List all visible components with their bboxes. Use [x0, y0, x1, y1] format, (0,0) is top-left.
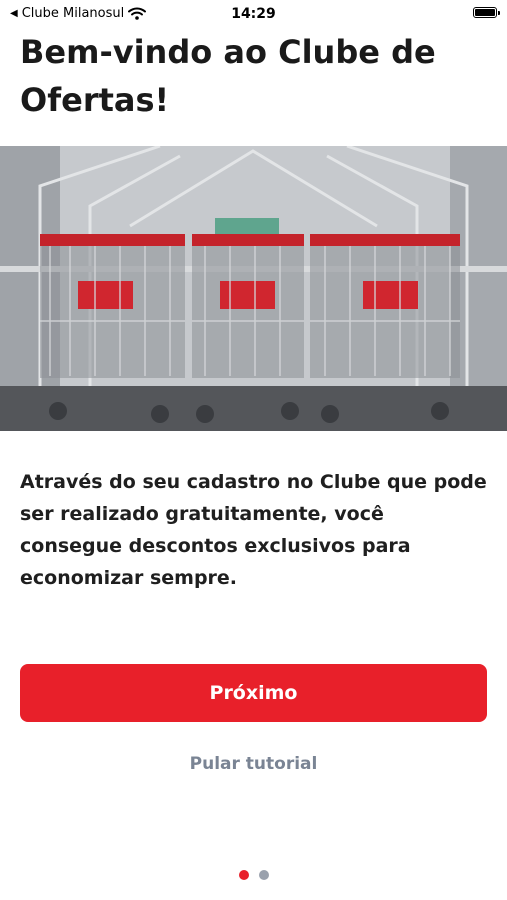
page-title: Bem-vindo ao Clube de Ofertas! — [20, 33, 436, 119]
next-button[interactable]: Próximo — [20, 664, 487, 722]
status-time: 14:29 — [231, 6, 276, 22]
shopping-carts-photo — [0, 146, 507, 431]
page-indicator — [0, 870, 507, 880]
status-bar: ◀ Clube Milanosul 14:29 — [0, 0, 507, 28]
battery-icon — [473, 7, 500, 18]
page-dot-inactive — [258, 870, 269, 880]
page-dot-active — [238, 870, 249, 880]
onboarding-description: Através do seu cadastro no Clube que pod… — [20, 471, 487, 589]
skip-tutorial-link[interactable]: Pular tutorial — [0, 754, 507, 774]
